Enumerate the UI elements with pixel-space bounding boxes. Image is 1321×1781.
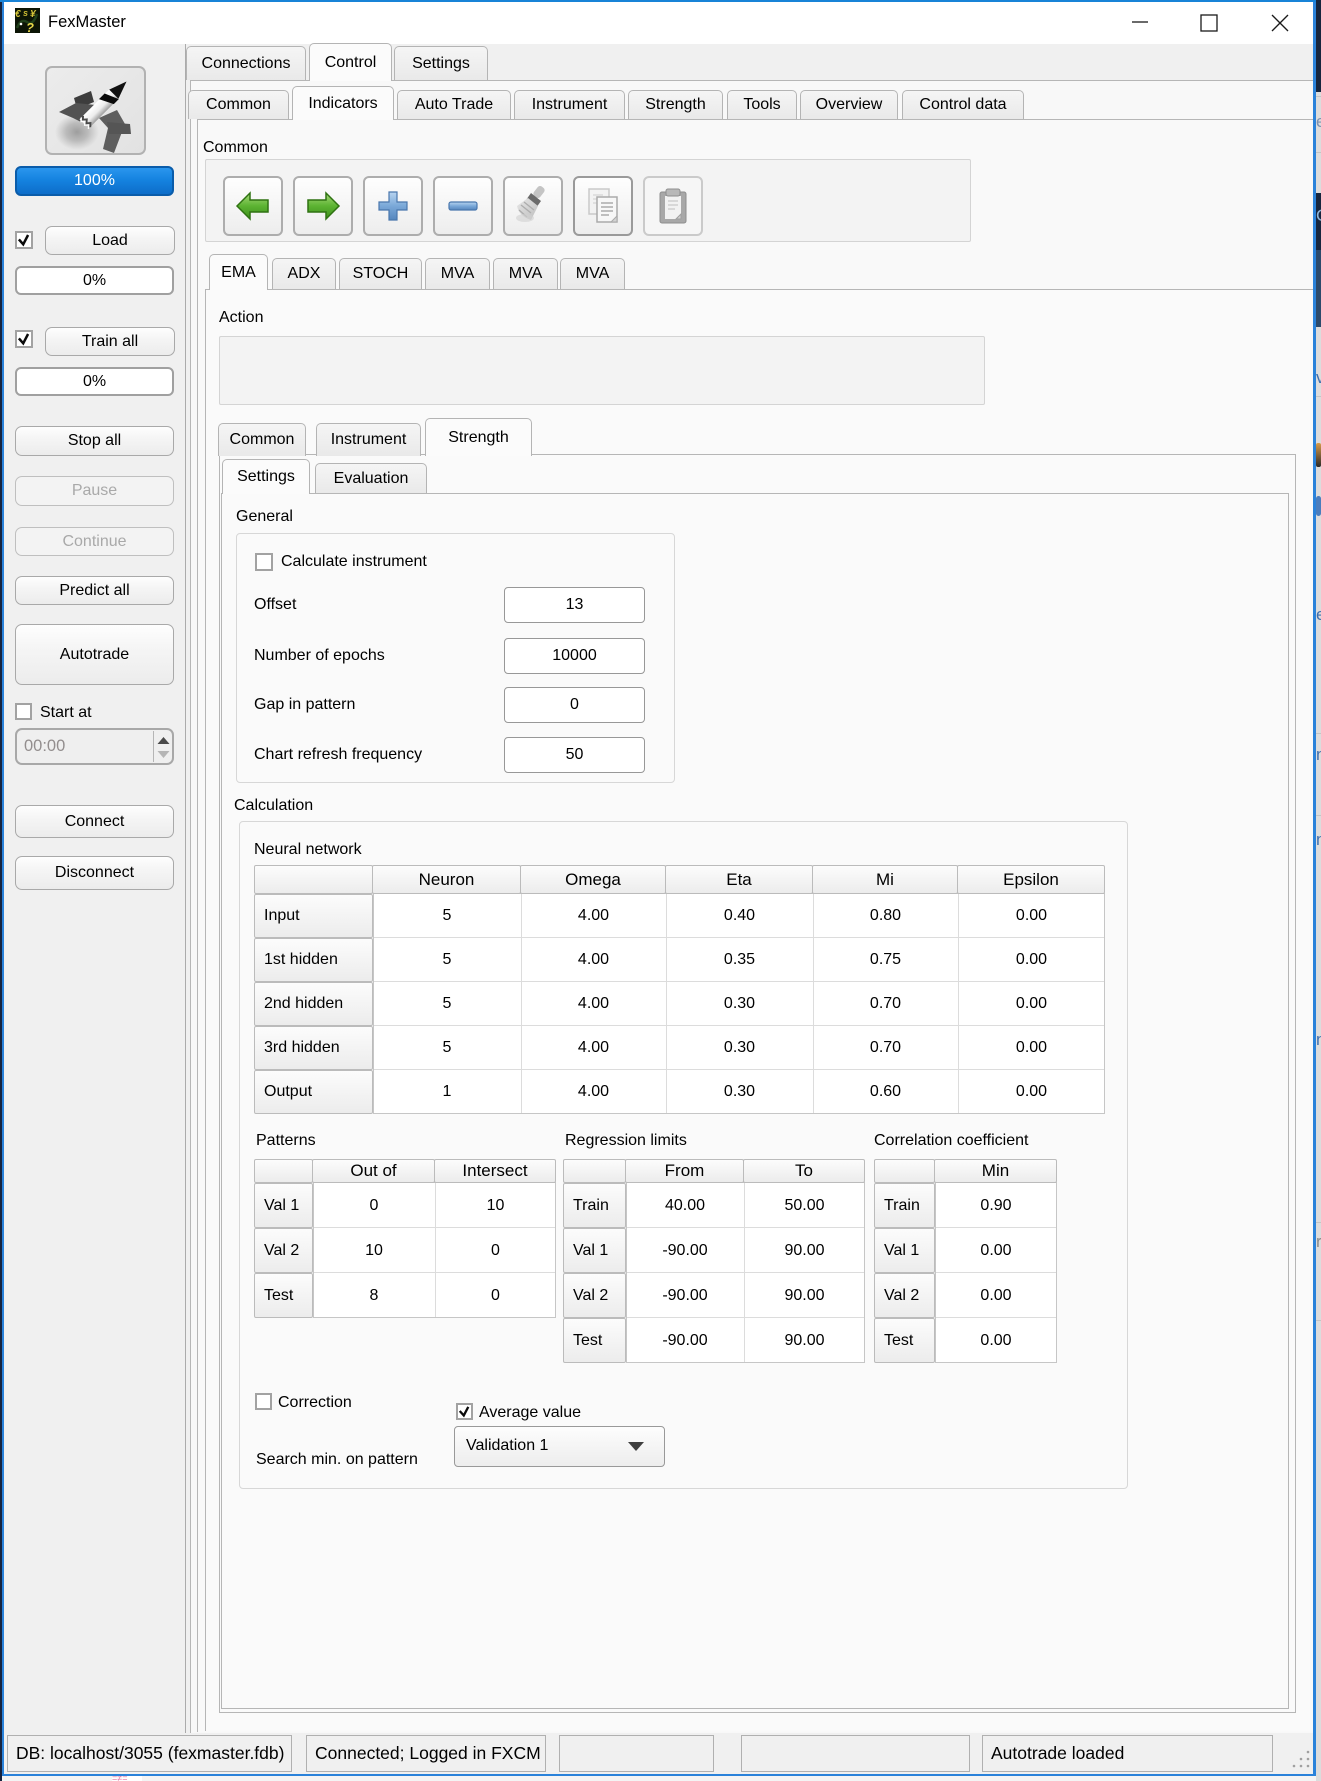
svg-text:s: s — [23, 8, 28, 18]
svg-text:€: € — [15, 9, 21, 20]
svg-text:?: ? — [26, 20, 34, 33]
